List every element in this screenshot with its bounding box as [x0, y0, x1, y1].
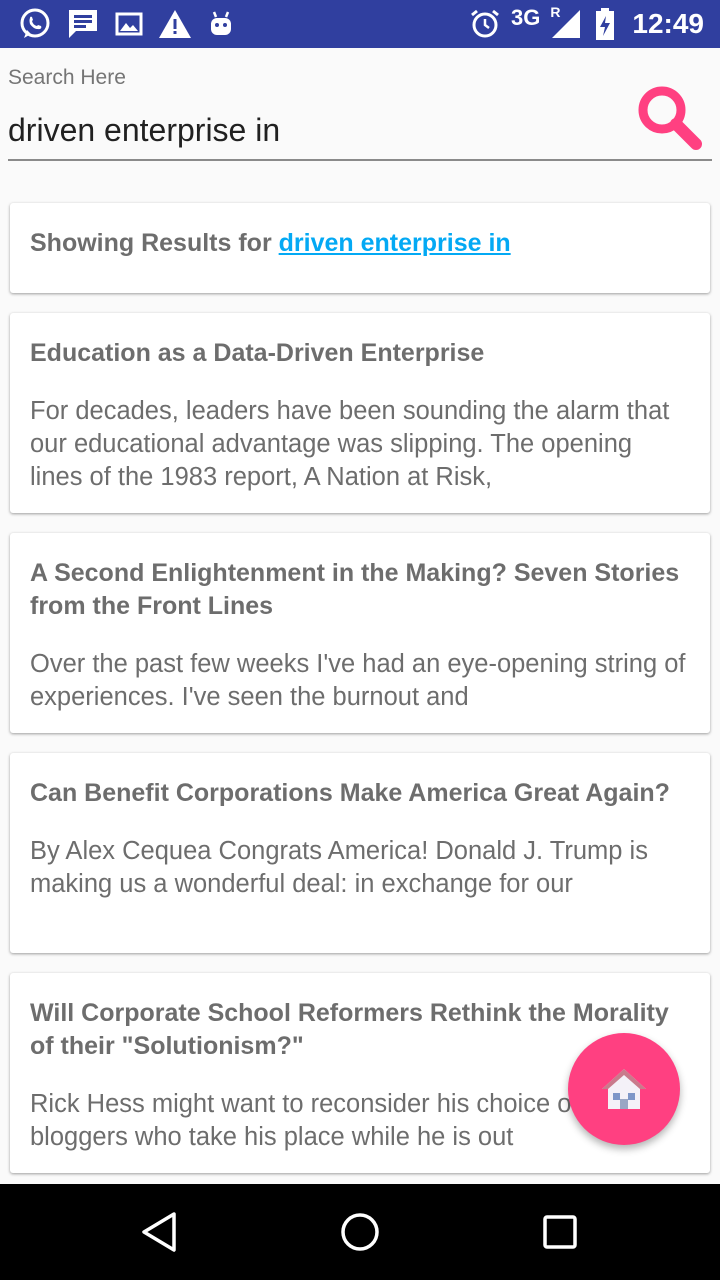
- article-card[interactable]: Education as a Data-Driven Enterprise Fo…: [10, 313, 710, 513]
- network-type: 3G: [511, 5, 541, 30]
- search-button[interactable]: [632, 80, 708, 156]
- nav-home-button[interactable]: [336, 1208, 384, 1256]
- alarm-icon: [469, 8, 501, 40]
- home-icon: [602, 1069, 646, 1109]
- notification-icons: [18, 6, 236, 42]
- battery-charging-icon: [594, 7, 616, 41]
- home-fab-button[interactable]: [568, 1033, 680, 1145]
- status-bar: 3G R 12:49: [0, 0, 720, 48]
- whatsapp-icon: [18, 7, 52, 41]
- article-title: Education as a Data-Driven Enterprise: [30, 339, 485, 367]
- warning-icon: [158, 8, 192, 40]
- search-icon: [638, 86, 702, 150]
- results-query-link[interactable]: driven enterprise in: [279, 229, 511, 257]
- recents-icon: [543, 1215, 577, 1249]
- clock: 12:49: [632, 8, 704, 39]
- results-prefix: Showing Results for: [30, 229, 272, 257]
- roaming-indicator: R: [550, 4, 561, 20]
- article-card[interactable]: A Second Enlightenment in the Making? Se…: [10, 533, 710, 733]
- search-underline: [8, 159, 712, 161]
- search-bar: Search Here: [0, 48, 720, 180]
- search-hint-label: Search Here: [8, 66, 126, 89]
- article-title: A Second Enlightenment in the Making? Se…: [30, 559, 680, 620]
- back-icon: [142, 1212, 176, 1252]
- article-snippet: For decades, leaders have been sounding …: [30, 397, 670, 491]
- navigation-bar: [0, 1184, 720, 1280]
- image-icon: [114, 9, 144, 39]
- results-header: Showing Results for driven enterprise in: [30, 229, 511, 258]
- article-title: Can Benefit Corporations Make America Gr…: [30, 779, 670, 807]
- system-icons: 3G R 12:49: [469, 0, 704, 48]
- article-snippet: By Alex Cequea Congrats America! Donald …: [30, 837, 648, 898]
- results-header-card: Showing Results for driven enterprise in: [10, 203, 710, 293]
- signal-icon: R: [550, 4, 584, 40]
- article-snippet: Over the past few weeks I've had an eye-…: [30, 650, 686, 711]
- android-icon: [206, 9, 236, 39]
- home-circle-icon: [341, 1213, 379, 1251]
- nav-back-button[interactable]: [136, 1208, 184, 1256]
- message-icon: [66, 7, 100, 41]
- nav-recents-button[interactable]: [536, 1208, 584, 1256]
- search-input[interactable]: [8, 108, 608, 152]
- article-card[interactable]: Can Benefit Corporations Make America Gr…: [10, 753, 710, 953]
